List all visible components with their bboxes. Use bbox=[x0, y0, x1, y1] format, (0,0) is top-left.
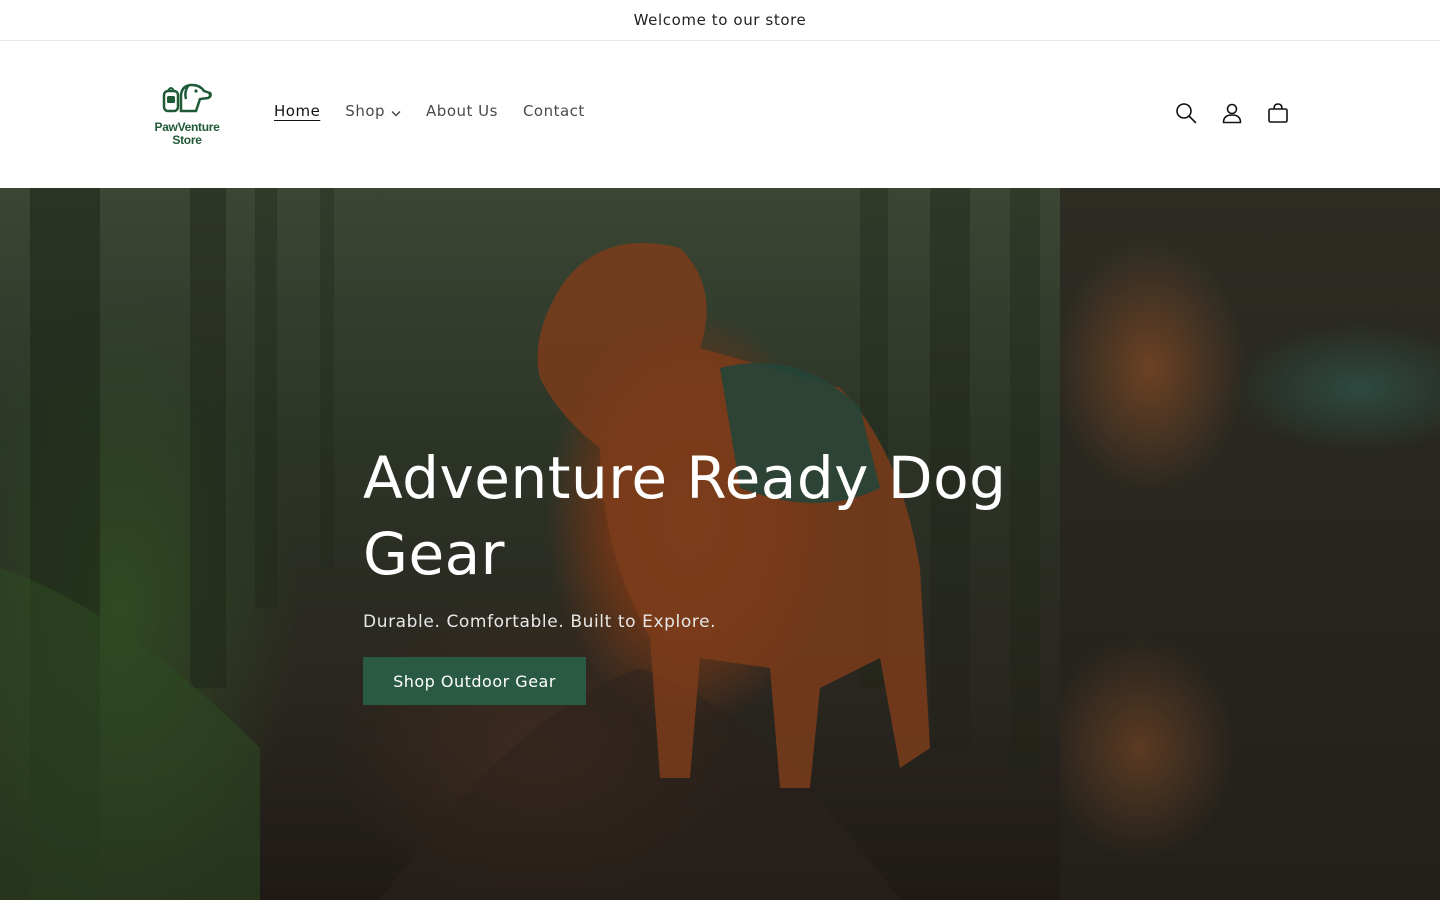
cart-icon bbox=[1268, 103, 1288, 123]
nav-item-about-us[interactable]: About Us bbox=[426, 102, 498, 120]
nav-item-shop[interactable]: Shop bbox=[345, 101, 401, 121]
account-icon bbox=[1222, 103, 1242, 124]
shop-outdoor-gear-button[interactable]: Shop Outdoor Gear bbox=[363, 657, 586, 705]
nav-item-label: About Us bbox=[426, 102, 498, 120]
hero-title: Adventure Ready Dog Gear bbox=[363, 444, 1007, 588]
nav-item-label: Home bbox=[274, 102, 321, 120]
main-nav: Home Shop About Us Contact bbox=[274, 101, 610, 121]
header-icons bbox=[1172, 99, 1292, 127]
logo-text-line2: Store bbox=[172, 133, 202, 147]
cart-button[interactable] bbox=[1264, 99, 1292, 127]
nav-item-label: Contact bbox=[522, 102, 585, 120]
hero-subtitle: Durable. Comfortable. Built to Explore. bbox=[363, 612, 717, 632]
announcement-text: Welcome to our store bbox=[633, 11, 807, 29]
dog-backpack-logo-icon bbox=[162, 83, 212, 113]
store-logo[interactable]: PawVenture Store bbox=[148, 79, 228, 151]
chevron-down-icon bbox=[391, 103, 401, 121]
hero-side-image bbox=[1060, 188, 1440, 900]
hero-banner: Adventure Ready Dog Gear Durable. Comfor… bbox=[0, 188, 1440, 900]
site-header: PawVenture Store Home Shop About Us Cont… bbox=[0, 41, 1440, 188]
account-button[interactable] bbox=[1218, 99, 1246, 127]
hero-content: Adventure Ready Dog Gear Durable. Comfor… bbox=[363, 440, 1063, 705]
nav-item-home[interactable]: Home bbox=[274, 102, 320, 120]
announcement-bar: Welcome to our store bbox=[0, 0, 1440, 41]
search-button[interactable] bbox=[1172, 99, 1200, 127]
nav-item-label: Shop bbox=[345, 102, 386, 120]
nav-item-contact[interactable]: Contact bbox=[523, 102, 585, 120]
search-icon bbox=[1176, 103, 1197, 124]
